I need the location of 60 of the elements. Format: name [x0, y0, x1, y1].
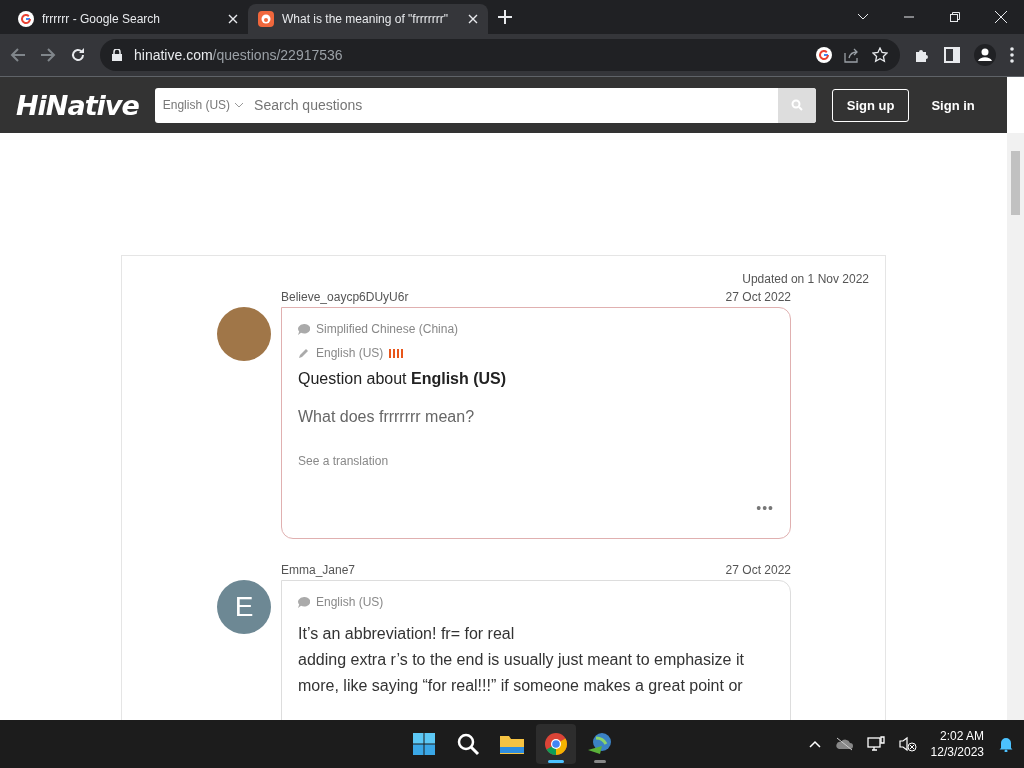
avatar-initial[interactable]: E [217, 580, 271, 634]
question-heading: Question about English (US) [298, 370, 508, 388]
network-icon[interactable] [866, 736, 885, 752]
windows-logo-icon [412, 732, 436, 756]
forward-arrow-icon[interactable] [40, 47, 56, 63]
back-arrow-icon[interactable] [10, 47, 26, 63]
post-date: 27 Oct 2022 [725, 290, 791, 304]
close-icon[interactable] [468, 14, 478, 24]
language-dropdown[interactable]: English (US) [154, 98, 253, 112]
puzzle-icon[interactable] [914, 47, 930, 63]
more-menu-icon[interactable] [1010, 47, 1014, 63]
answer-text: adding extra r’s to the end is usually just meant to emphasize it [298, 650, 745, 670]
username[interactable]: Believe_oaycp6DUyU6r [281, 290, 409, 304]
cloud-off-icon[interactable] [834, 737, 853, 751]
google-icon [18, 11, 34, 27]
chevron-up-icon[interactable] [808, 740, 821, 748]
globe-arrow-icon [587, 732, 613, 756]
bell-icon[interactable] [998, 736, 1014, 752]
scrollbar[interactable] [1007, 133, 1024, 720]
sign-in-link[interactable]: Sign in [925, 89, 981, 121]
native-language: English (US) [316, 595, 384, 609]
share-icon[interactable] [844, 47, 860, 63]
browser-tab[interactable]: frrrrrr - Google Search [8, 4, 248, 34]
more-options-button[interactable]: ••• [756, 500, 774, 516]
search-icon [790, 99, 803, 111]
speaker-muted-icon[interactable] [898, 736, 917, 752]
taskbar-app[interactable] [536, 724, 576, 764]
site-logo-icon [258, 11, 274, 27]
site-logo[interactable]: HiNative [16, 89, 139, 121]
search-icon [456, 732, 480, 756]
chrome-icon [544, 732, 568, 756]
reload-icon[interactable] [70, 47, 86, 63]
native-language: Simplified Chinese (China) [316, 322, 459, 336]
new-tab-icon[interactable] [498, 10, 512, 24]
see-translation-link[interactable]: See a translation [298, 454, 774, 468]
pencil-icon [298, 347, 310, 359]
post-date: 27 Oct 2022 [725, 563, 791, 577]
close-icon[interactable] [228, 14, 238, 24]
side-panel-icon[interactable] [944, 47, 960, 63]
chevron-down-icon [234, 102, 245, 108]
sign-up-button[interactable]: Sign up [831, 88, 910, 122]
browser-tab[interactable]: What is the meaning of "frrrrrrr" [248, 4, 488, 34]
username[interactable]: Emma_Jane7 [281, 563, 356, 577]
answer-text: It’s an abbreviation! fr= for real [298, 624, 516, 644]
lock-icon [112, 49, 122, 61]
search-field[interactable]: English (US) Search questions [154, 87, 816, 123]
star-icon[interactable] [872, 47, 888, 63]
updated-date: Updated on 1 Nov 2022 [741, 272, 869, 286]
avatar-picture[interactable] [217, 307, 271, 361]
address-bar[interactable]: hinative.com/questions/22917536 [100, 39, 900, 71]
speech-bubble-icon [298, 323, 310, 335]
search-button[interactable] [777, 87, 816, 123]
google-icon[interactable] [816, 47, 832, 63]
profile-icon[interactable] [974, 44, 996, 66]
question-text: What does frrrrrrr mean? [298, 408, 476, 426]
speech-bubble-icon [298, 596, 310, 608]
folder-icon [499, 733, 525, 755]
taskbar-clock[interactable]: 2:02 AM 12/3/2023 [930, 728, 984, 760]
answer-text: more, like saying “for real!!!” if someone makes a great point or [298, 676, 744, 696]
learning-language: English (US) [316, 346, 384, 360]
